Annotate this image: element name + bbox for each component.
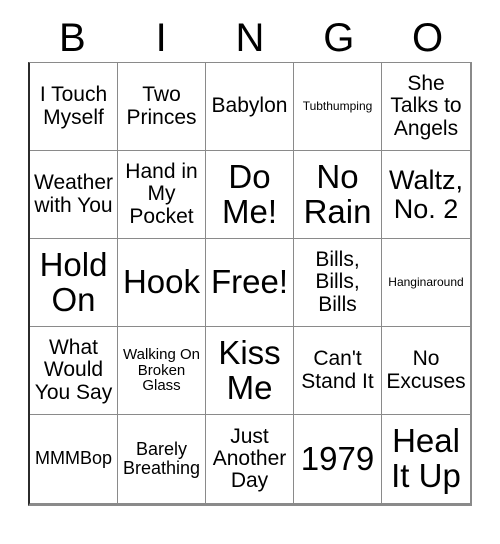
bingo-header-letter-n: N [235, 16, 265, 60]
bingo-cell-label: Hand in My Pocket [125, 160, 198, 228]
bingo-cell-label: Can't Stand It [301, 347, 374, 393]
bingo-header-letter-o: O [412, 16, 444, 60]
bingo-cell-label: Tubthumping [302, 99, 373, 114]
bingo-header-letter-i: I [155, 16, 167, 60]
bingo-cell[interactable]: No Rain [294, 151, 382, 239]
bingo-cell-label: Walking On Broken Glass [123, 345, 200, 395]
bingo-cell-label: Just Another Day [212, 424, 287, 493]
bingo-cell[interactable]: Kiss Me [206, 327, 294, 415]
bingo-cell-label: Heal It Up [391, 422, 461, 494]
bingo-free-space[interactable]: Free! [206, 239, 294, 327]
bingo-cell[interactable]: She Talks to Angels [382, 63, 470, 151]
bingo-cell[interactable]: Just Another Day [206, 415, 294, 503]
bingo-cell-label: 1979 [300, 439, 375, 477]
bingo-header-letter-b: B [59, 16, 86, 60]
bingo-cell-label: I Touch Myself [39, 83, 108, 129]
bingo-cell-label: Hanginaround [388, 275, 464, 290]
bingo-cell-label: Do Me! [221, 157, 277, 230]
bingo-cell[interactable]: No Excuses [382, 327, 470, 415]
bingo-cell[interactable]: Bills, Bills, Bills [294, 239, 382, 327]
bingo-cell-label: No Rain [303, 157, 372, 230]
bingo-header-letter-g: G [323, 16, 355, 60]
bingo-cell[interactable]: Waltz, No. 2 [382, 151, 470, 239]
bingo-cell-label: Hook [122, 263, 201, 301]
bingo-cell[interactable]: Weather with You [30, 151, 118, 239]
bingo-cell-label: Two Princes [126, 83, 197, 129]
bingo-cell[interactable]: Do Me! [206, 151, 294, 239]
bingo-cell[interactable]: Two Princes [118, 63, 206, 151]
bingo-cell-label: Bills, Bills, Bills [315, 248, 360, 316]
bingo-cell[interactable]: MMMBop [30, 415, 118, 503]
bingo-cell[interactable]: Hook [118, 239, 206, 327]
bingo-cell[interactable]: Barely Breathing [118, 415, 206, 503]
bingo-cell[interactable]: Walking On Broken Glass [118, 327, 206, 415]
bingo-cell-label: Weather with You [34, 171, 113, 217]
bingo-cell[interactable]: Can't Stand It [294, 327, 382, 415]
bingo-header-row: B I N G O [28, 14, 472, 62]
bingo-cell-label: No Excuses [386, 347, 466, 393]
bingo-cell[interactable]: Heal It Up [382, 415, 470, 503]
bingo-cell-label: MMMBop [34, 448, 112, 469]
bingo-cell[interactable]: What Would You Say [30, 327, 118, 415]
bingo-cell-label: What Would You Say [34, 336, 113, 404]
bingo-cell-label: Kiss Me [218, 333, 281, 406]
bingo-cell-label: Waltz, No. 2 [389, 164, 463, 224]
bingo-cell[interactable]: Hanginaround [382, 239, 470, 327]
bingo-cell[interactable]: Babylon [206, 63, 294, 151]
bingo-cell-label: Hold On [39, 245, 108, 318]
bingo-cell[interactable]: I Touch Myself [30, 63, 118, 151]
bingo-cell[interactable]: Hold On [30, 239, 118, 327]
bingo-cell[interactable]: Tubthumping [294, 63, 382, 151]
bingo-free-space-label: Free! [210, 263, 289, 301]
bingo-cell[interactable]: Hand in My Pocket [118, 151, 206, 239]
bingo-grid: I Touch Myself Two Princes Babylon Tubth… [28, 62, 472, 506]
bingo-cell-label: Babylon [211, 94, 288, 118]
bingo-cell-label: She Talks to Angels [390, 72, 462, 140]
bingo-cell[interactable]: 1979 [294, 415, 382, 503]
bingo-card: B I N G O I Touch Myself Two Princes Bab… [28, 14, 472, 506]
bingo-cell-label: Barely Breathing [122, 438, 201, 478]
